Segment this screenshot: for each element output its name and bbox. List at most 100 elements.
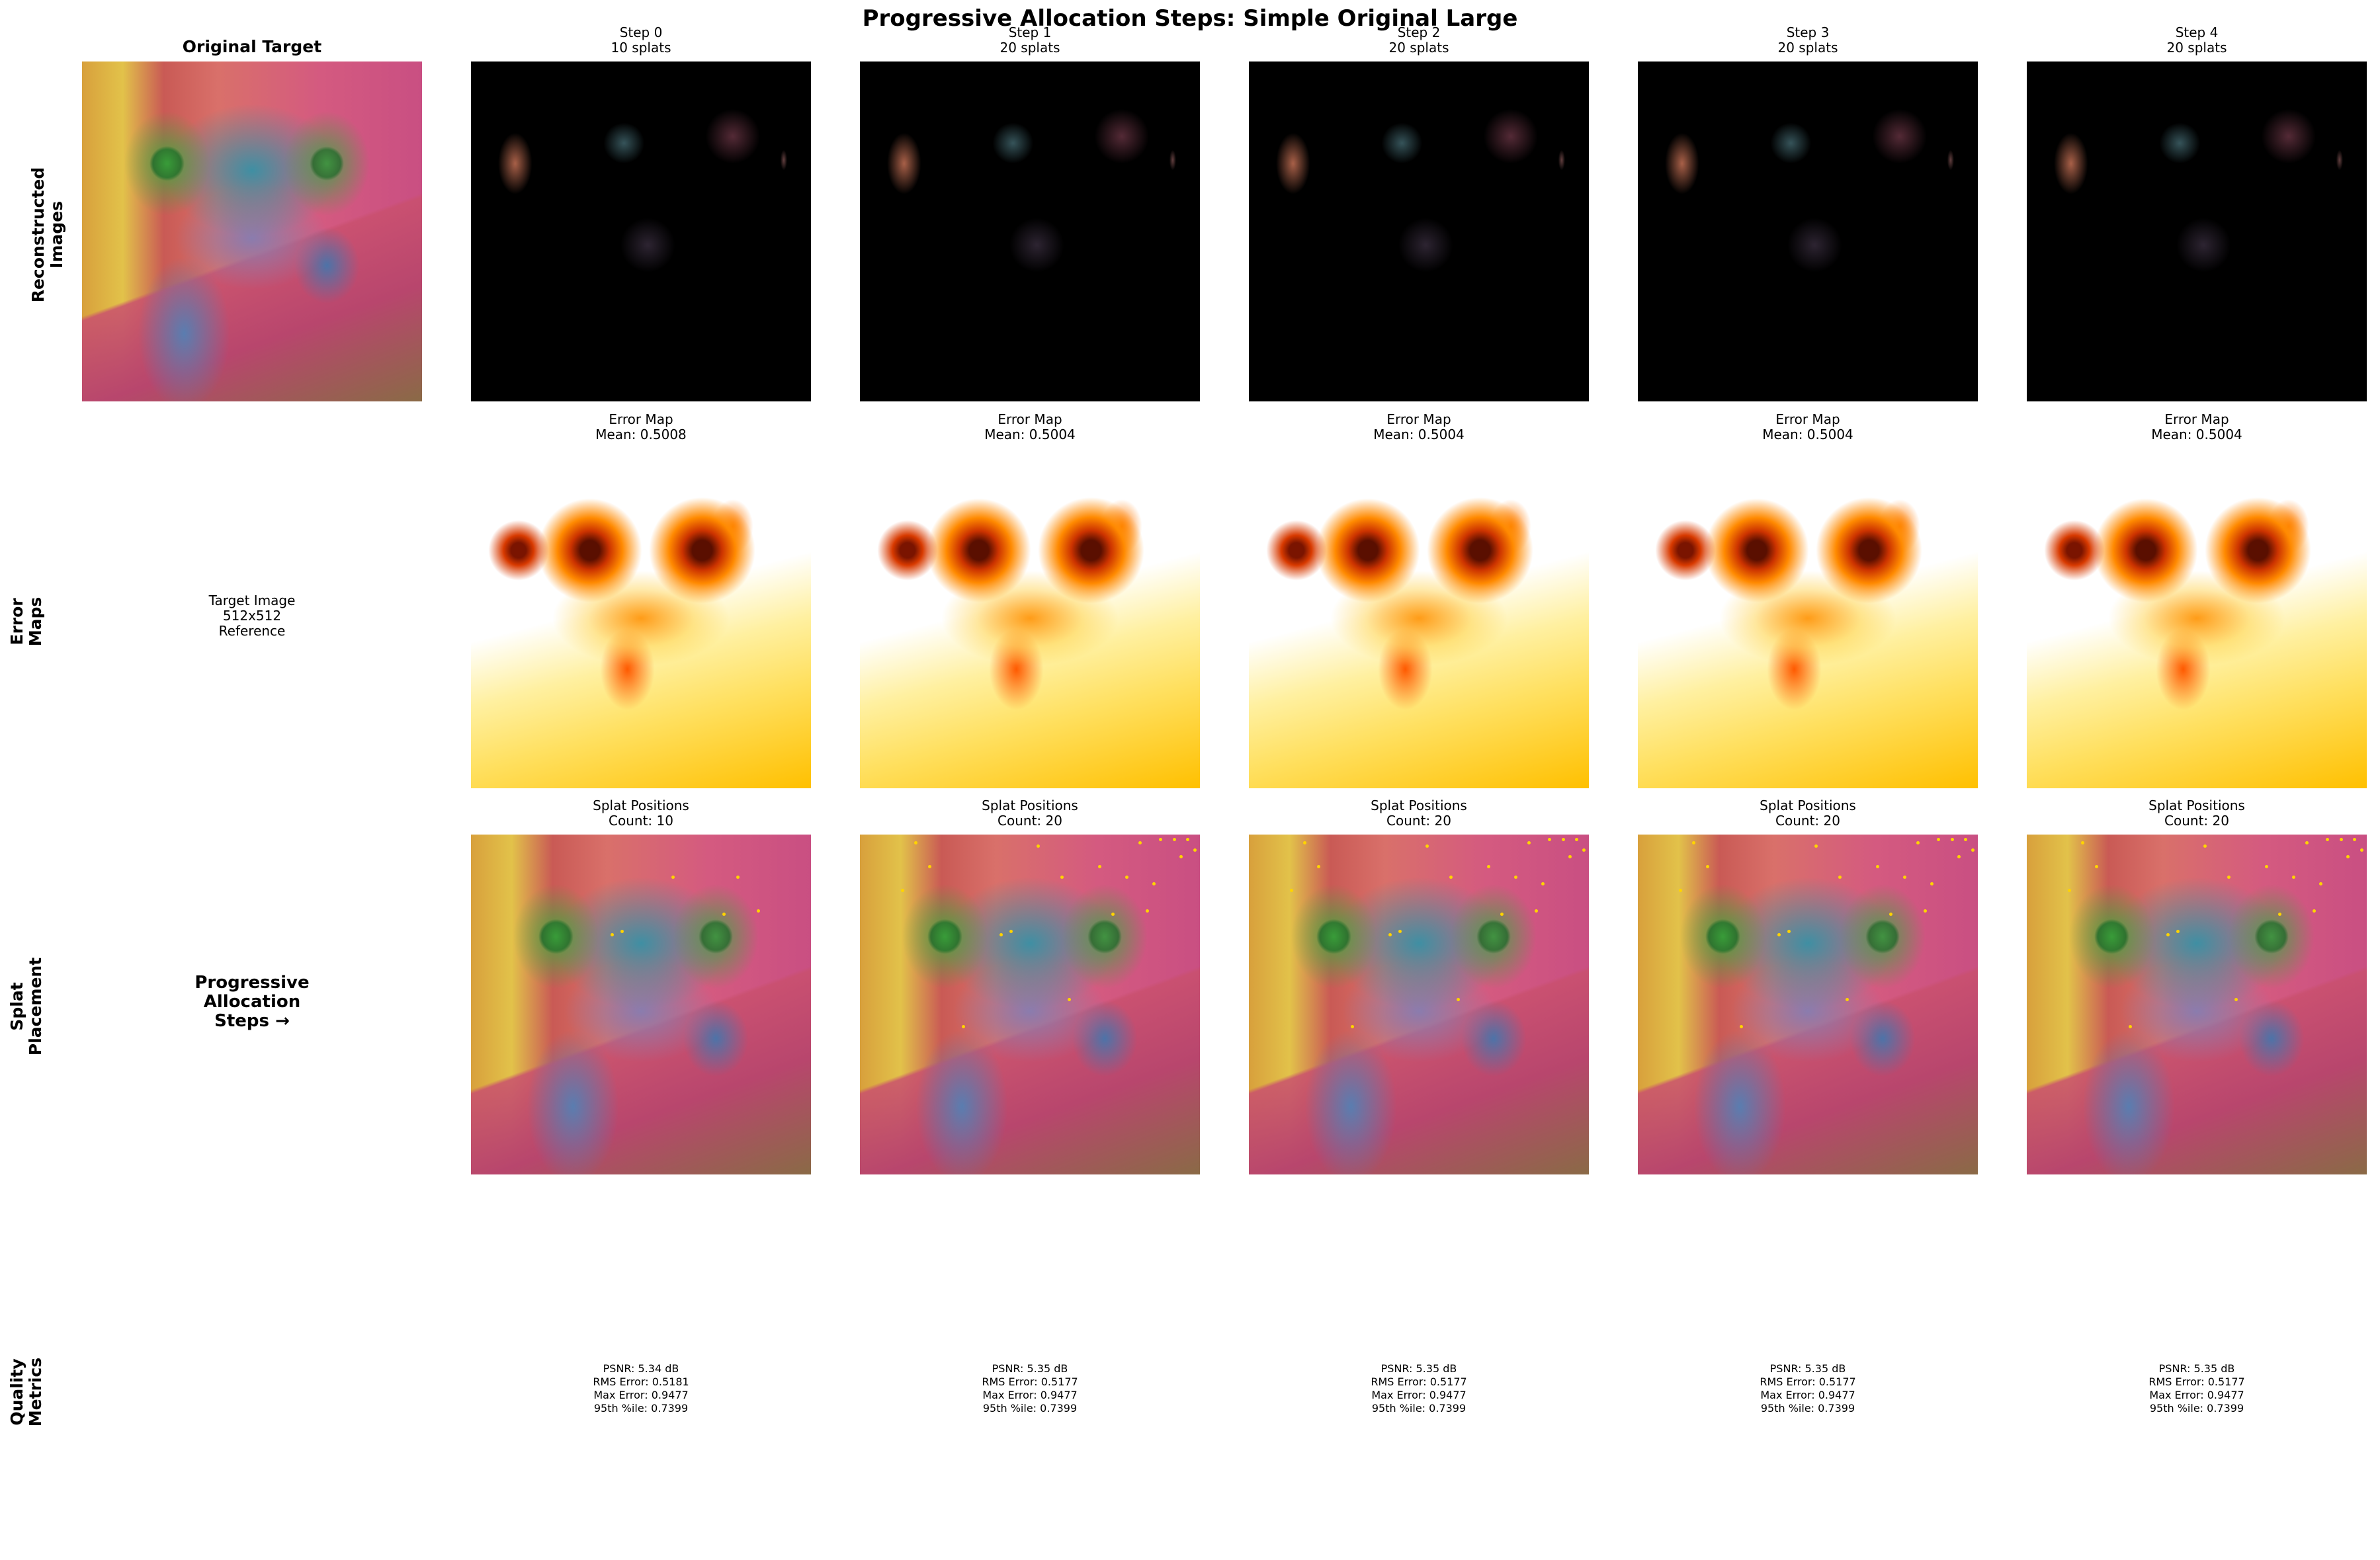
reconstructed-image [860, 62, 1200, 401]
splat-marker [1067, 997, 1071, 1001]
splat-marker [1950, 838, 1954, 842]
splat-marker [1575, 838, 1579, 842]
splat-marker [1125, 875, 1128, 879]
splat-marker [2278, 913, 2282, 917]
splat-marker [1186, 838, 1190, 842]
step-title: Step 1 20 splats [999, 24, 1060, 56]
splat-marker [1179, 854, 1183, 858]
splat-marker [2291, 875, 2295, 879]
splat-marker [1568, 854, 1572, 858]
splat-marker [1425, 844, 1429, 848]
row-label-error-maps: Error Maps [7, 596, 45, 647]
splat-marker [1845, 997, 1849, 1001]
error-map-image [1638, 448, 1978, 788]
row-label-reconstructed: Reconstructed Images [28, 167, 66, 303]
splat-marker [1500, 913, 1504, 917]
splat-marker [2067, 889, 2071, 893]
splat-marker [1159, 838, 1163, 842]
error-map-image [2027, 448, 2367, 788]
step-title: Step 0 10 splats [611, 24, 671, 56]
splat-marker [1138, 841, 1142, 845]
splat-marker [2359, 848, 2363, 852]
row-label-quality-metrics: Quality Metrics [7, 1357, 45, 1427]
original-target-title: Original Target [182, 37, 322, 56]
splat-marker [1930, 882, 1934, 885]
splat-marker [1449, 875, 1453, 879]
splat-marker [1486, 865, 1490, 869]
splat-positions-title: Splat Positions Count: 20 [1760, 798, 1856, 829]
splat-marker [999, 933, 1003, 937]
splat-marker [1692, 841, 1696, 845]
target-image-caption: Target Image 512x512 Reference [208, 593, 296, 639]
splat-marker [1838, 875, 1842, 879]
step-title: Step 2 20 splats [1388, 24, 1449, 56]
splat-marker [1513, 875, 1517, 879]
splat-marker [610, 933, 614, 937]
splat-marker [927, 865, 931, 869]
splat-placement-image [471, 835, 811, 1174]
splat-marker [1902, 875, 1906, 879]
error-map-title: Error Map Mean: 0.5004 [1762, 411, 1853, 442]
splat-marker [2305, 841, 2309, 845]
splat-marker [1814, 844, 1818, 848]
splat-marker [1303, 841, 1307, 845]
splat-placement-image [1638, 835, 1978, 1174]
step-title: Step 4 20 splats [2166, 24, 2227, 56]
reconstructed-image [471, 62, 811, 401]
splat-placement-image [860, 835, 1200, 1174]
splat-marker [2094, 865, 2098, 869]
step-title: Step 3 20 splats [1777, 24, 1838, 56]
splat-marker [1582, 848, 1586, 852]
splat-marker [1875, 865, 1879, 869]
splat-marker [1923, 909, 1927, 913]
splat-marker [2264, 865, 2268, 869]
quality-metrics-text: PSNR: 5.35 dB RMS Error: 0.5177 Max Erro… [1371, 1362, 1467, 1415]
splat-placement-image [1249, 835, 1589, 1174]
splat-marker [1289, 889, 1293, 893]
splat-positions-title: Splat Positions Count: 20 [1371, 798, 1467, 829]
splat-marker [2312, 909, 2316, 913]
splat-marker [1678, 889, 1682, 893]
splat-marker [2319, 882, 2323, 885]
splat-marker [620, 929, 624, 933]
splat-marker [1037, 844, 1041, 848]
splat-marker [736, 875, 740, 879]
error-map-image [860, 448, 1200, 788]
error-map-title: Error Map Mean: 0.5004 [984, 411, 1076, 442]
splat-marker [1193, 848, 1197, 852]
splat-marker [756, 909, 760, 913]
splat-marker [900, 889, 904, 893]
reconstructed-image [1638, 62, 1978, 401]
splat-marker [1145, 909, 1149, 913]
reconstructed-image [1249, 62, 1589, 401]
error-map-title: Error Map Mean: 0.5008 [595, 411, 687, 442]
splat-marker [1889, 913, 1893, 917]
splat-marker [2166, 933, 2170, 937]
splat-marker [1957, 854, 1961, 858]
splat-marker [1541, 882, 1545, 885]
quality-metrics-text: PSNR: 5.34 dB RMS Error: 0.5181 Max Erro… [593, 1362, 689, 1415]
splat-placement-image [2027, 835, 2367, 1174]
splat-marker [1351, 1024, 1355, 1028]
reconstructed-image [2027, 62, 2367, 401]
splat-marker [1705, 865, 1709, 869]
splat-marker [722, 913, 726, 917]
splat-marker [2176, 929, 2180, 933]
splat-marker [1787, 929, 1791, 933]
splat-marker [1172, 838, 1176, 842]
quality-metrics-text: PSNR: 5.35 dB RMS Error: 0.5177 Max Erro… [1760, 1362, 1856, 1415]
splat-marker [1534, 909, 1538, 913]
splat-marker [2234, 997, 2238, 1001]
splat-marker [962, 1024, 966, 1028]
splat-positions-title: Splat Positions Count: 20 [982, 798, 1078, 829]
splat-marker [1937, 838, 1941, 842]
splat-marker [914, 841, 918, 845]
splat-marker [2129, 1024, 2133, 1028]
splat-marker [1548, 838, 1552, 842]
quality-metrics-text: PSNR: 5.35 dB RMS Error: 0.5177 Max Erro… [982, 1362, 1078, 1415]
splat-marker [2346, 854, 2350, 858]
splat-marker [671, 875, 675, 879]
splat-marker [1388, 933, 1392, 937]
splat-marker [2353, 838, 2357, 842]
splat-marker [1971, 848, 1975, 852]
